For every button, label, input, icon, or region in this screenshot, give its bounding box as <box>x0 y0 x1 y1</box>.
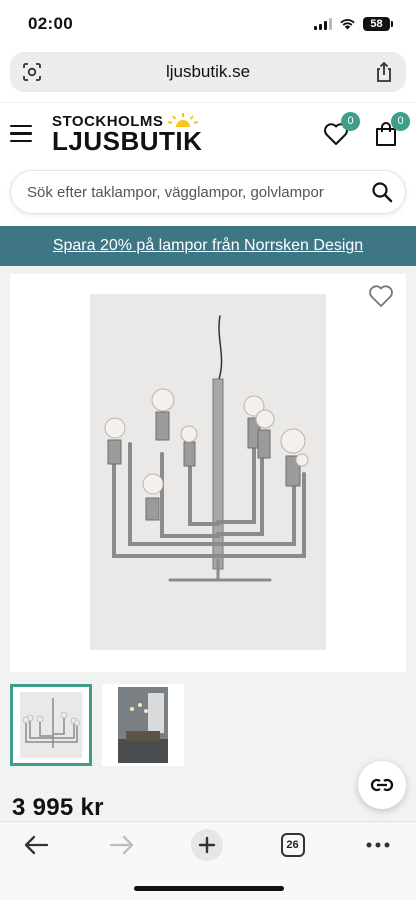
share-icon[interactable] <box>374 61 394 83</box>
main-image-card <box>10 274 406 672</box>
address-bar[interactable]: ljusbutik.se <box>10 52 406 92</box>
more-icon <box>366 842 390 848</box>
menu-icon[interactable] <box>10 124 32 143</box>
new-tab-button[interactable] <box>191 829 223 861</box>
search-icon[interactable] <box>371 181 393 203</box>
compare-icon <box>370 778 394 792</box>
product-main-image[interactable] <box>90 294 326 650</box>
url-text[interactable]: ljusbutik.se <box>166 62 250 82</box>
promo-banner: Spara 20% på lampor från Norrsken Design <box>0 226 416 266</box>
product-gallery: 3 995 kr <box>0 266 416 821</box>
room-photo-image <box>118 687 168 763</box>
home-indicator[interactable] <box>134 886 284 891</box>
wifi-icon <box>340 19 355 30</box>
site-search[interactable] <box>10 170 406 214</box>
promo-link[interactable]: Spara 20% på lampor från Norrsken Design <box>53 237 363 255</box>
thumbnail-strip <box>10 684 406 766</box>
compare-button[interactable] <box>358 761 406 809</box>
site-header: STOCKHOLMS LJUSBUTIK 0 0 <box>0 102 416 164</box>
forward-icon <box>109 835 133 855</box>
heart-outline-icon <box>369 285 393 307</box>
thumbnail-2[interactable] <box>102 684 184 766</box>
camera-lens-icon[interactable] <box>22 62 42 82</box>
chandelier-illustration <box>104 315 309 582</box>
tabs-button[interactable]: 26 <box>277 829 309 861</box>
chandelier-thumb-image <box>22 698 80 748</box>
product-price: 3 995 kr <box>12 794 104 821</box>
browser-toolbar: 26 <box>0 821 416 900</box>
site-logo[interactable]: STOCKHOLMS LJUSBUTIK <box>52 113 202 154</box>
logo-text-line2: LJUSBUTIK <box>52 126 203 156</box>
forward-button[interactable] <box>106 829 138 861</box>
search-input[interactable] <box>27 183 371 201</box>
cart-button[interactable]: 0 <box>372 111 410 148</box>
status-icons: 58 <box>314 17 393 31</box>
product-favorite-button[interactable] <box>366 282 396 310</box>
wishlist-count-badge: 0 <box>341 111 360 131</box>
wishlist-button[interactable]: 0 <box>322 111 360 148</box>
status-bar: 02:00 58 <box>0 0 416 48</box>
status-time: 02:00 <box>28 14 73 33</box>
plus-icon <box>198 836 216 854</box>
more-button[interactable] <box>362 829 394 861</box>
signal-icon <box>314 18 332 30</box>
back-button[interactable] <box>20 829 52 861</box>
room-photo-thumb <box>118 687 168 763</box>
tab-count: 26 <box>280 833 305 857</box>
battery-indicator: 58 <box>363 17 393 31</box>
cart-count-badge: 0 <box>391 111 410 131</box>
thumbnail-1[interactable] <box>10 684 92 766</box>
back-icon <box>24 835 49 855</box>
